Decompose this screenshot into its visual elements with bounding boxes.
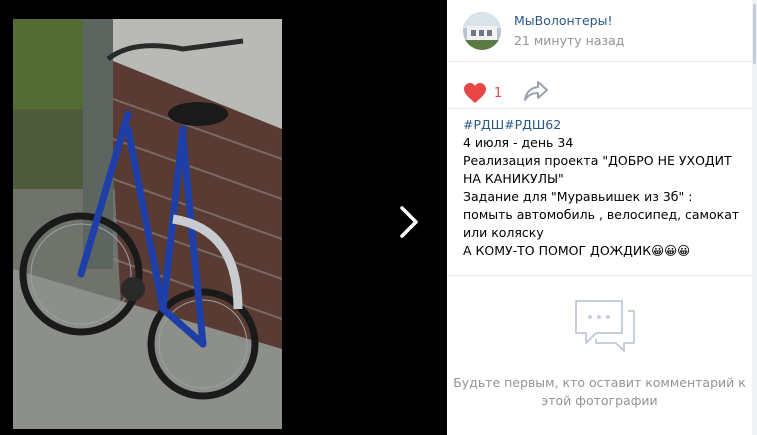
author-name[interactable]: МыВолонтеры! [514, 13, 624, 29]
post-line: А КОМУ-ТО ПОМОГ ДОЖДИК😀😀😀 [463, 243, 691, 258]
post-line: Реализация проекта "ДОБРО НЕ УХОДИТ НА К… [463, 153, 732, 186]
avatar[interactable] [463, 12, 501, 50]
scrollbar-track[interactable] [752, 0, 757, 435]
hashtag-link[interactable]: #РДШ62 [504, 117, 561, 132]
chevron-right-icon [400, 206, 418, 238]
like-button[interactable]: 1 [463, 82, 502, 104]
divider [447, 61, 752, 62]
heart-icon [464, 83, 486, 103]
share-button[interactable] [523, 80, 549, 106]
next-photo-button[interactable] [396, 205, 422, 239]
photo-viewer [0, 0, 447, 435]
avatar-image [463, 12, 501, 50]
photo[interactable] [13, 19, 282, 429]
comment-bubble-icon [572, 297, 638, 359]
comments-section: Будьте первым, кто оставит комментарий к… [447, 276, 752, 435]
post-text: #РДШ#РДШ62 4 июля - день 34 Реализация п… [463, 116, 743, 260]
post-line: Задание для "Муравьишек из 3б" : помыть … [463, 189, 740, 240]
divider [447, 108, 752, 109]
share-icon [524, 81, 549, 101]
post-line: 4 июля - день 34 [463, 135, 574, 150]
post-time[interactable]: 21 минуту назад [514, 33, 624, 49]
hashtags: #РДШ#РДШ62 [463, 116, 743, 134]
post-author: МыВолонтеры! 21 минуту назад [463, 12, 624, 50]
hashtag-link[interactable]: #РДШ [463, 117, 504, 132]
like-count: 1 [494, 85, 503, 101]
scrollbar-thumb[interactable] [753, 4, 756, 64]
no-comments-text: Будьте первым, кто оставит комментарий к… [453, 375, 746, 408]
bicycle-photo [13, 19, 282, 429]
post-actions: 1 [463, 80, 549, 106]
